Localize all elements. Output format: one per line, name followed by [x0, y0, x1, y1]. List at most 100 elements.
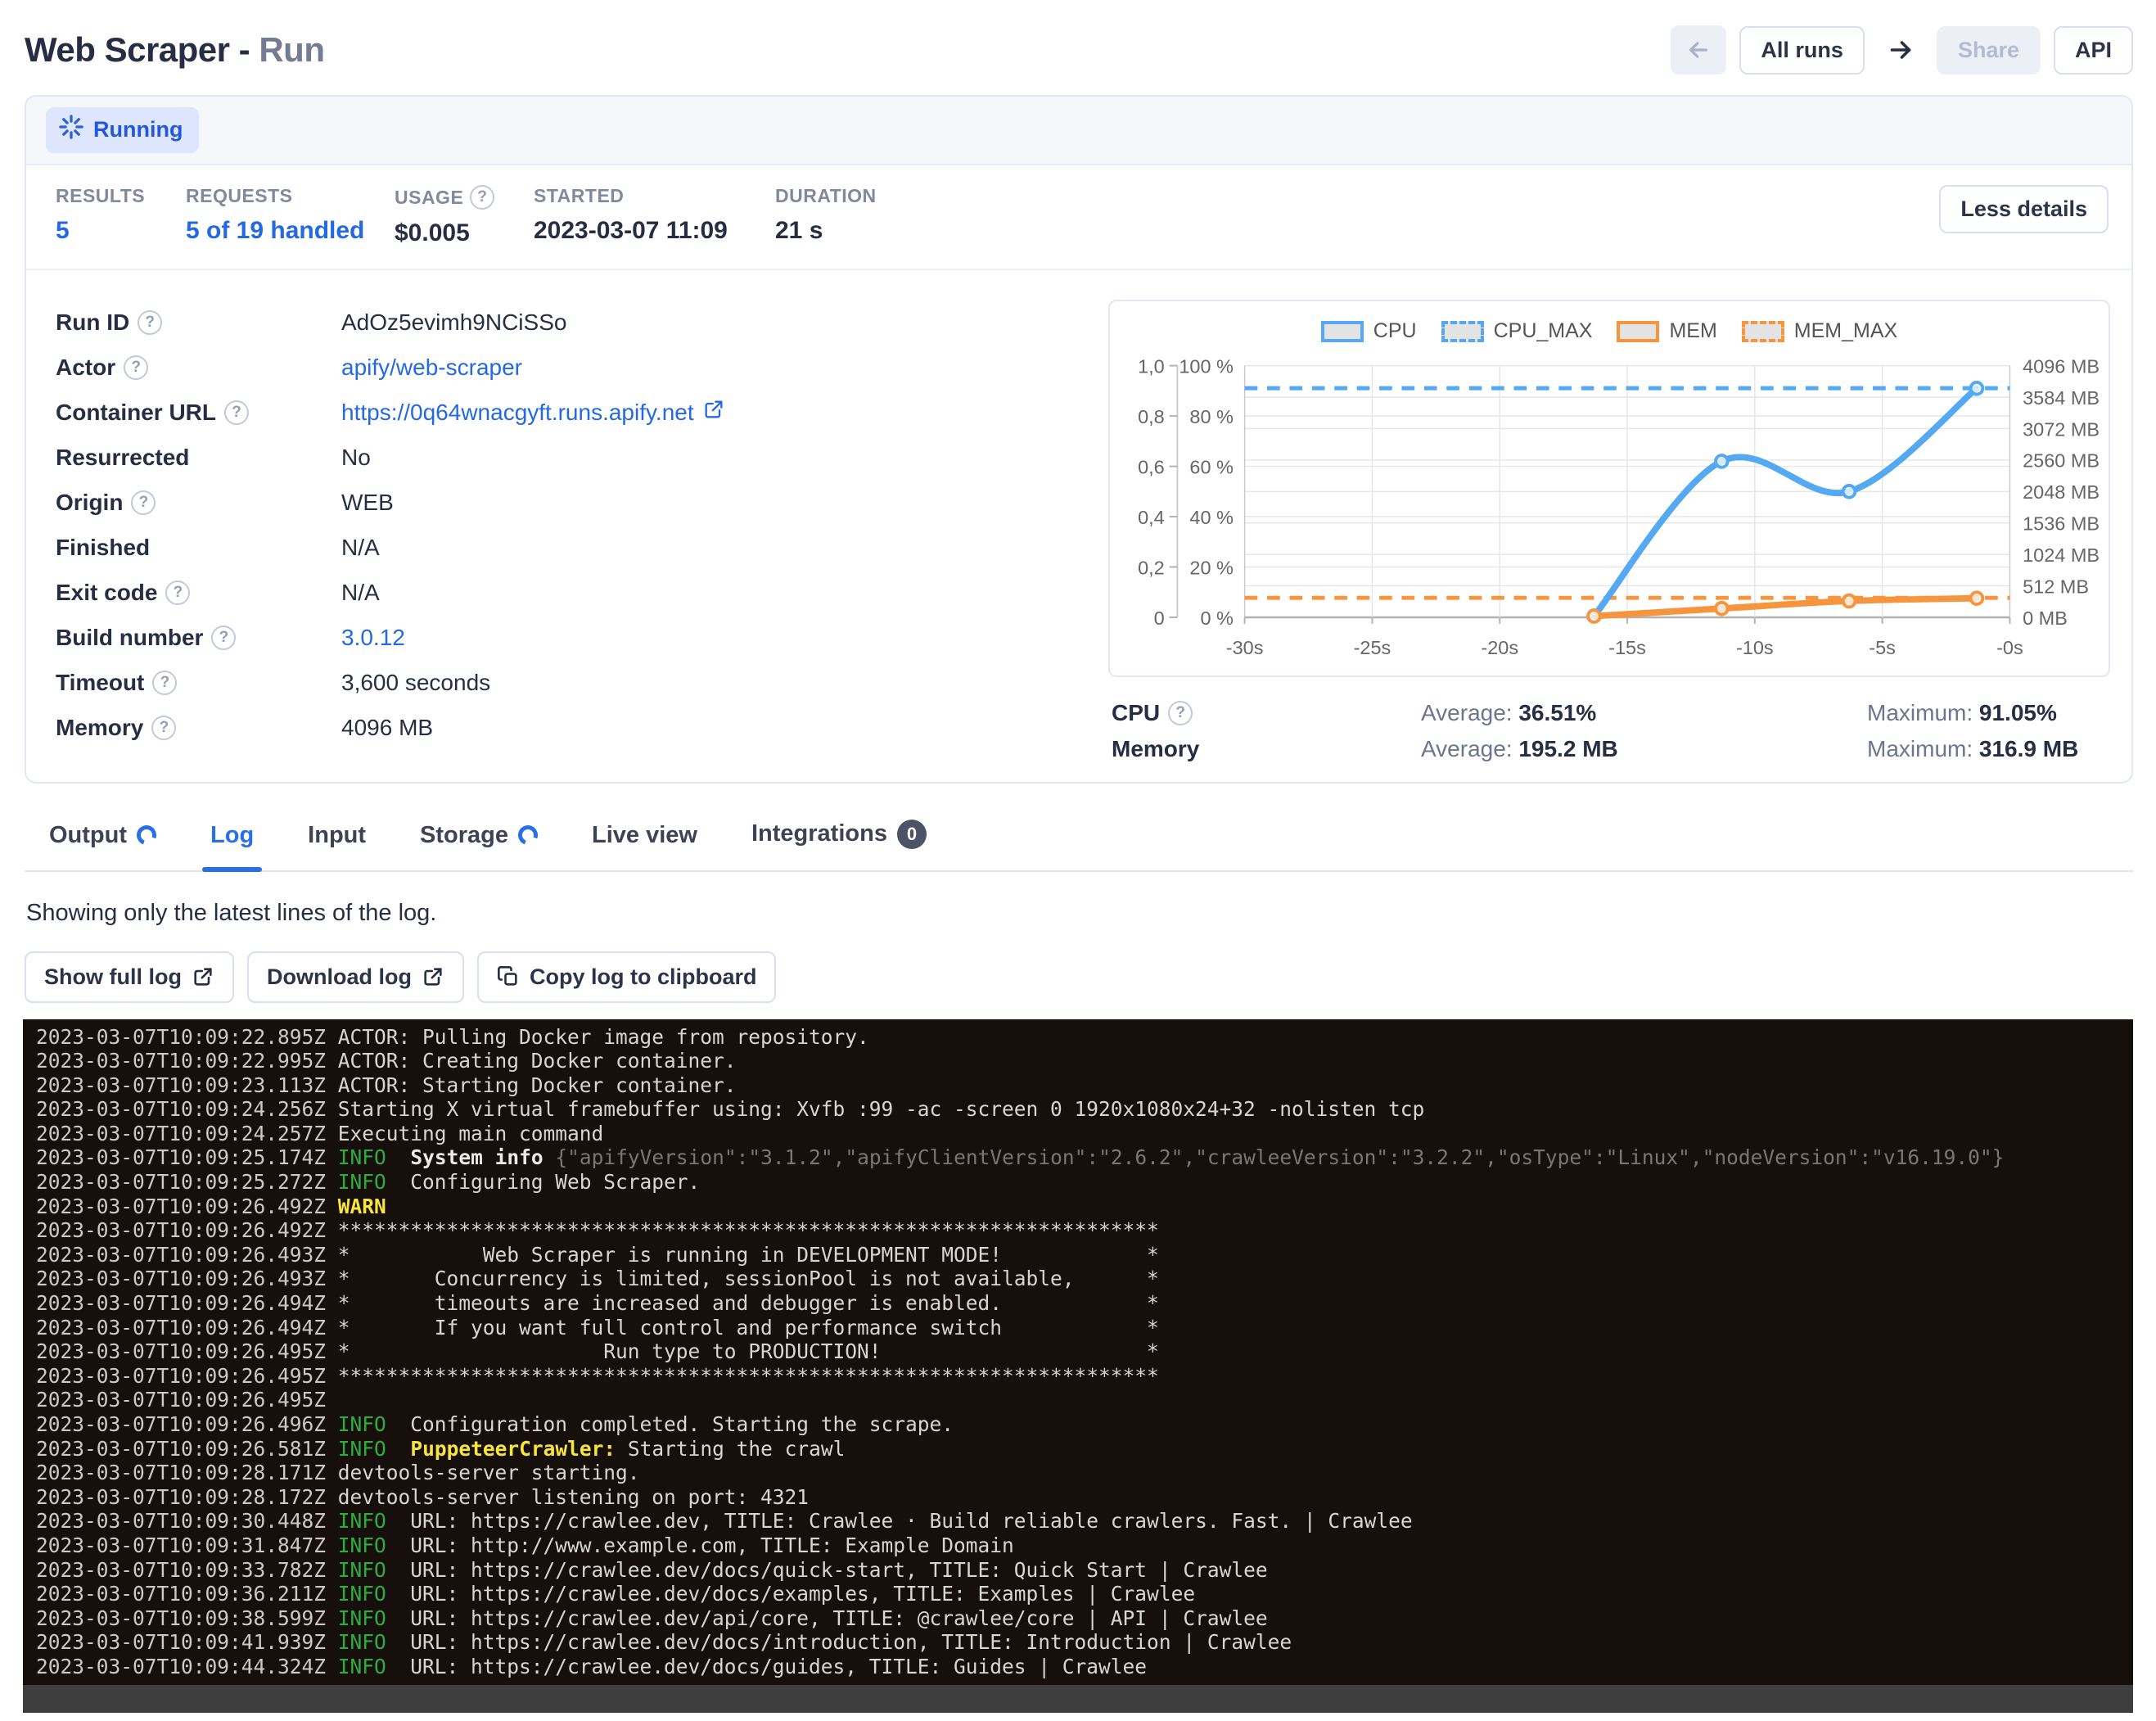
- legend-item-cpu[interactable]: CPU: [1321, 319, 1417, 343]
- svg-text:0,8: 0,8: [1138, 406, 1165, 427]
- spinner-icon: [59, 115, 83, 145]
- build-number-link[interactable]: 3.0.12: [341, 625, 405, 651]
- detail-label: Run ID: [56, 309, 341, 336]
- share-label: Share: [1958, 38, 2019, 63]
- usage-chart-section: CPU CPU_MAX MEM MEM_MAX: [1108, 300, 2110, 762]
- less-details-label: Less details: [1960, 196, 2087, 222]
- stat-usage: USAGE $0.005: [395, 185, 534, 247]
- api-button[interactable]: API: [2054, 26, 2133, 75]
- all-runs-button[interactable]: All runs: [1739, 26, 1865, 75]
- log-line: 2023-03-07T10:09:26.496Z INFO Configurat…: [36, 1412, 2133, 1437]
- log-line: 2023-03-07T10:09:41.939Z INFO URL: https…: [36, 1630, 2133, 1655]
- svg-text:-20s: -20s: [1481, 637, 1518, 658]
- stat-requests: REQUESTS 5 of 19 handled: [186, 185, 395, 245]
- stat-started-label: STARTED: [534, 185, 775, 207]
- run-tabs: Output Log Input Storage Live view Integ…: [25, 811, 2133, 872]
- tab-live-view[interactable]: Live view: [589, 814, 701, 870]
- previous-run-button[interactable]: [1671, 25, 1726, 75]
- detail-label: Finished: [56, 535, 341, 561]
- help-icon[interactable]: [165, 580, 190, 605]
- detail-row-origin: Origin WEB: [56, 480, 1108, 525]
- tab-storage[interactable]: Storage: [417, 814, 541, 870]
- help-icon[interactable]: [152, 671, 177, 695]
- log-line: 2023-03-07T10:09:28.171Z devtools-server…: [36, 1461, 2133, 1485]
- log-line: 2023-03-07T10:09:30.448Z INFO URL: https…: [36, 1509, 2133, 1534]
- log-line: 2023-03-07T10:09:26.581Z INFO PuppeteerC…: [36, 1437, 2133, 1461]
- cpu-series-swatch: [1321, 321, 1364, 342]
- log-line: 2023-03-07T10:09:24.257Z Executing main …: [36, 1122, 2133, 1146]
- help-icon[interactable]: [131, 490, 156, 515]
- tab-integrations[interactable]: Integrations 0: [748, 811, 930, 870]
- svg-text:0,4: 0,4: [1138, 507, 1165, 528]
- stat-usage-value: $0.005: [395, 219, 534, 247]
- log-line: 2023-03-07T10:09:25.272Z INFO Configurin…: [36, 1170, 2133, 1195]
- svg-text:1,0: 1,0: [1138, 355, 1165, 377]
- download-log-button[interactable]: Download log: [247, 951, 464, 1003]
- loading-arc-icon: [133, 822, 160, 848]
- svg-text:-30s: -30s: [1226, 637, 1264, 658]
- log-line: 2023-03-07T10:09:24.256Z Starting X virt…: [36, 1097, 2133, 1122]
- detail-row-timeout: Timeout 3,600 seconds: [56, 660, 1108, 705]
- help-icon[interactable]: [211, 626, 236, 650]
- external-link-icon: [422, 965, 444, 988]
- svg-text:-0s: -0s: [1996, 637, 2023, 658]
- panel-body: Run ID AdOz5evimh9NCiSSo Actor apify/web…: [26, 270, 2131, 782]
- log-console: 2023-03-07T10:09:22.895Z ACTOR: Pulling …: [23, 1019, 2133, 1713]
- log-scrollbar-track[interactable]: [23, 1685, 2133, 1713]
- timeout-value: 3,600 seconds: [341, 670, 490, 696]
- help-icon[interactable]: [138, 310, 162, 335]
- log-line: 2023-03-07T10:09:26.494Z * If you want f…: [36, 1316, 2133, 1340]
- svg-text:-25s: -25s: [1354, 637, 1391, 658]
- tab-input[interactable]: Input: [304, 814, 369, 870]
- svg-text:2048 MB: 2048 MB: [2023, 481, 2100, 503]
- chart-legend: CPU CPU_MAX MEM MEM_MAX: [1116, 319, 2102, 343]
- external-link-icon: [192, 965, 214, 988]
- share-button[interactable]: Share: [1937, 26, 2041, 75]
- stat-results-value[interactable]: 5: [56, 217, 186, 245]
- usage-chart-card: CPU CPU_MAX MEM MEM_MAX: [1108, 300, 2110, 677]
- log-line: 2023-03-07T10:09:26.495Z * Run type to P…: [36, 1339, 2133, 1364]
- stat-usage-label-text: USAGE: [395, 187, 463, 209]
- stat-duration-label: DURATION: [775, 185, 877, 207]
- loading-arc-icon: [515, 822, 541, 848]
- legend-item-mem-max[interactable]: MEM_MAX: [1742, 319, 1897, 343]
- stat-results-label: RESULTS: [56, 185, 186, 207]
- detail-row-memory: Memory 4096 MB: [56, 705, 1108, 750]
- legend-item-cpu-max[interactable]: CPU_MAX: [1441, 319, 1593, 343]
- stat-duration-value: 21 s: [775, 217, 877, 245]
- log-line: 2023-03-07T10:09:36.211Z INFO URL: https…: [36, 1582, 2133, 1606]
- detail-label: Origin: [56, 490, 341, 516]
- tab-output[interactable]: Output: [46, 814, 160, 870]
- help-icon[interactable]: [1168, 701, 1193, 725]
- svg-text:3584 MB: 3584 MB: [2023, 387, 2100, 409]
- next-run-button[interactable]: [1878, 29, 1924, 71]
- tab-log[interactable]: Log: [207, 814, 257, 870]
- svg-text:2560 MB: 2560 MB: [2023, 450, 2100, 472]
- resource-summary: CPU Average: 36.51% Maximum: 91.05% Memo…: [1108, 700, 2110, 762]
- help-icon[interactable]: [124, 355, 148, 380]
- less-details-button[interactable]: Less details: [1939, 185, 2109, 233]
- actor-link[interactable]: apify/web-scraper: [341, 355, 522, 381]
- status-badge: Running: [46, 107, 199, 153]
- svg-text:0,6: 0,6: [1138, 456, 1165, 477]
- detail-label: Container URL: [56, 400, 341, 426]
- detail-row-finished: Finished N/A: [56, 525, 1108, 570]
- svg-text:0 %: 0 %: [1200, 608, 1234, 629]
- stat-requests-value[interactable]: 5 of 19 handled: [186, 217, 395, 245]
- svg-text:0,2: 0,2: [1138, 557, 1165, 578]
- help-icon[interactable]: [151, 716, 176, 740]
- log-line: 2023-03-07T10:09:25.174Z INFO System inf…: [36, 1145, 2133, 1170]
- detail-label: Memory: [56, 715, 341, 741]
- copy-log-button[interactable]: Copy log to clipboard: [477, 951, 777, 1003]
- detail-row-actor: Actor apify/web-scraper: [56, 345, 1108, 390]
- help-icon[interactable]: [224, 400, 249, 425]
- help-icon[interactable]: [470, 185, 494, 210]
- log-line: 2023-03-07T10:09:28.172Z devtools-server…: [36, 1485, 2133, 1510]
- container-url-link[interactable]: https://0q64wnacgyft.runs.apify.net: [341, 398, 725, 427]
- integrations-count-badge: 0: [897, 820, 927, 849]
- show-full-log-button[interactable]: Show full log: [25, 951, 234, 1003]
- legend-item-mem[interactable]: MEM: [1617, 319, 1716, 343]
- mem-max-series-swatch: [1742, 321, 1784, 342]
- log-line: 2023-03-07T10:09:26.493Z * Concurrency i…: [36, 1267, 2133, 1291]
- external-link-icon: [702, 398, 725, 427]
